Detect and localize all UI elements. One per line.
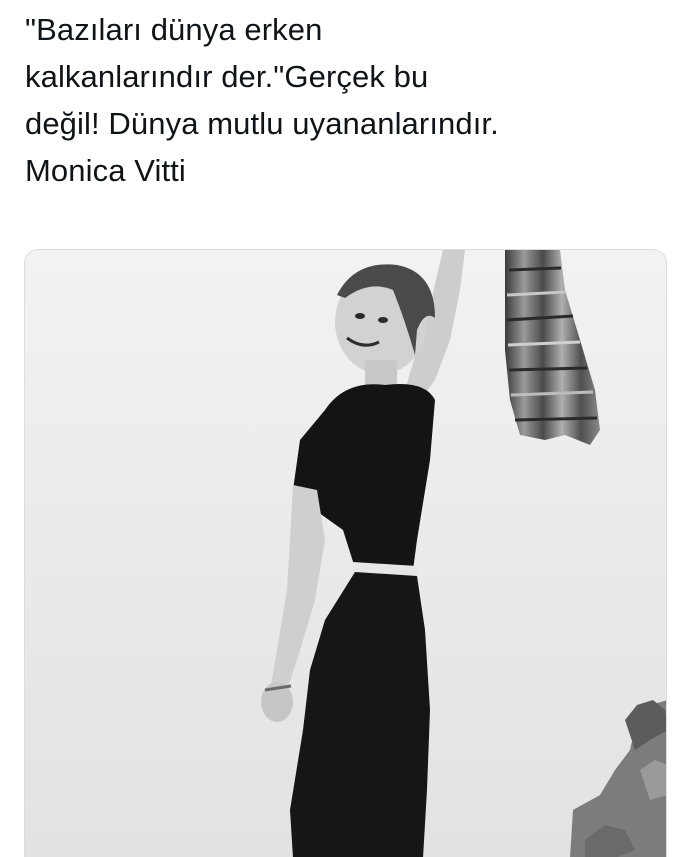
tweet-text-line-1: "Bazıları dünya erken xyxy=(25,12,323,47)
tweet-text: "Bazıları dünya erken kalkanlarındır der… xyxy=(25,6,675,194)
tweet-text-line-4: Monica Vitti xyxy=(25,153,186,188)
photo-illustration xyxy=(25,250,666,857)
tweet-text-line-2: kalkanlarındır der."Gerçek bu xyxy=(25,59,429,94)
tweet-photo[interactable] xyxy=(24,249,667,857)
tweet-text-line-3: değil! Dünya mutlu uyananlarındır. xyxy=(25,106,499,141)
